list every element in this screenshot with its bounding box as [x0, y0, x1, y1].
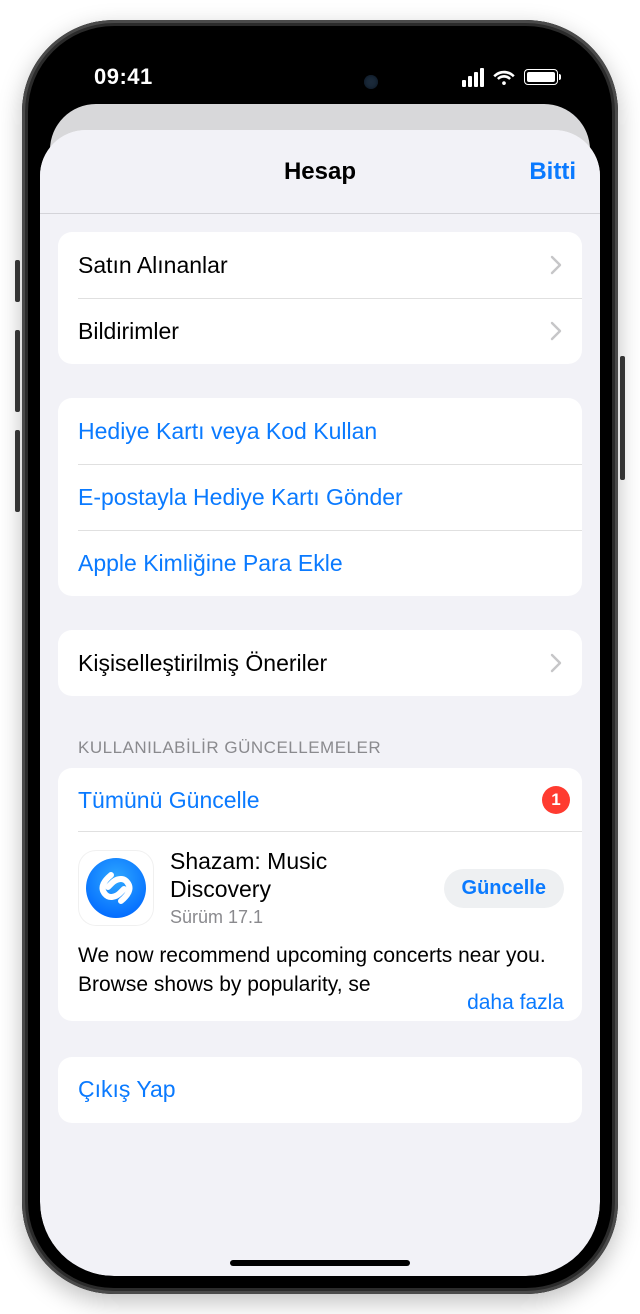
updates-header: KULLANILABİLİR GÜNCELLEMELER [58, 732, 582, 768]
chevron-right-icon [550, 653, 562, 673]
shazam-app-icon [78, 850, 154, 926]
cellular-icon [462, 68, 484, 87]
account-sheet: Hesap Bitti Satın Alınanlar [40, 130, 600, 1276]
dynamic-island [238, 60, 402, 104]
row-notifications[interactable]: Bildirimler [58, 298, 582, 364]
row-label: Kişiselleştirilmiş Öneriler [78, 650, 327, 677]
nav-group-signout: Çıkış Yap [58, 1057, 582, 1123]
nav-group-gift: Hediye Kartı veya Kod Kullan E-postayla … [58, 398, 582, 596]
row-add-funds[interactable]: Apple Kimliğine Para Ekle [58, 530, 582, 596]
app-version: Sürüm 17.1 [170, 907, 428, 928]
row-label: Hediye Kartı veya Kod Kullan [78, 418, 377, 445]
row-personalized[interactable]: Kişiselleştirilmiş Öneriler [58, 630, 582, 696]
side-button[interactable] [620, 356, 625, 480]
status-time: 09:41 [76, 64, 153, 90]
row-redeem[interactable]: Hediye Kartı veya Kod Kullan [58, 398, 582, 464]
chevron-right-icon [550, 321, 562, 341]
battery-icon [524, 69, 558, 85]
done-button[interactable]: Bitti [529, 158, 576, 186]
mute-switch[interactable] [15, 260, 20, 302]
chevron-right-icon [550, 255, 562, 275]
row-purchased[interactable]: Satın Alınanlar [58, 232, 582, 298]
navbar: Hesap Bitti [40, 130, 600, 214]
row-label: Apple Kimliğine Para Ekle [78, 550, 343, 577]
updates-group: Tümünü Güncelle 1 [58, 768, 582, 1021]
row-label: Çıkış Yap [78, 1076, 176, 1103]
page-title: Hesap [284, 158, 356, 186]
row-label: Satın Alınanlar [78, 252, 228, 279]
app-update-row[interactable]: Shazam: Music Discovery Sürüm 17.1 Günce… [58, 832, 582, 1021]
update-all-row[interactable]: Tümünü Güncelle 1 [58, 768, 582, 832]
volume-up-button[interactable] [15, 330, 20, 412]
row-send-gift[interactable]: E-postayla Hediye Kartı Gönder [58, 464, 582, 530]
nav-group-account: Satın Alınanlar Bildirimler [58, 232, 582, 364]
phone-frame: 09:41 Hesap Bitti [22, 20, 618, 1294]
volume-down-button[interactable] [15, 430, 20, 512]
more-link[interactable]: daha fazla [433, 991, 564, 1015]
row-signout[interactable]: Çıkış Yap [58, 1057, 582, 1123]
wifi-icon [492, 68, 516, 86]
update-button[interactable]: Güncelle [444, 869, 564, 908]
nav-group-recs: Kişiselleştirilmiş Öneriler [58, 630, 582, 696]
update-count-badge: 1 [542, 786, 570, 814]
row-label: E-postayla Hediye Kartı Gönder [78, 484, 403, 511]
app-name: Shazam: Music Discovery [170, 848, 428, 903]
update-all-label: Tümünü Güncelle [78, 787, 260, 814]
row-label: Bildirimler [78, 318, 179, 345]
home-indicator[interactable] [230, 1260, 410, 1266]
